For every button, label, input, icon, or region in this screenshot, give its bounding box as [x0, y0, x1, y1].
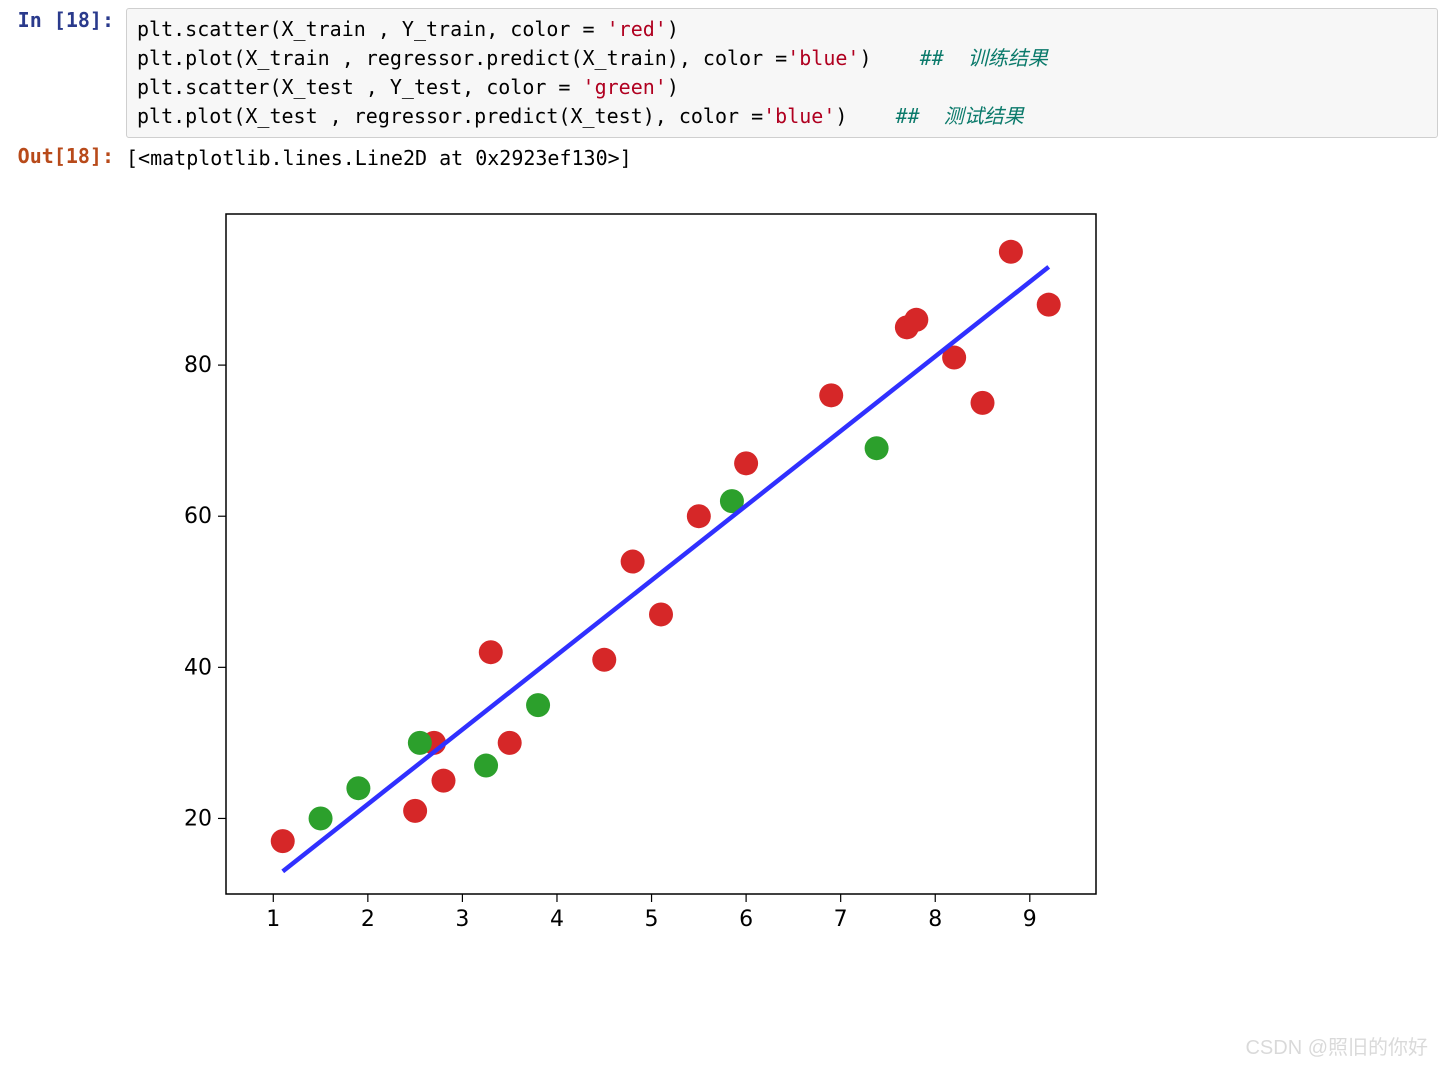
code-line4-pre: plt.plot(X_test , regressor.predict(X_te… [137, 104, 763, 128]
y-tick-label: 60 [184, 504, 212, 529]
x-tick-label: 9 [1023, 907, 1037, 932]
train_scatter-point [271, 829, 295, 853]
test_scatter-point [346, 776, 370, 800]
train_scatter-point [432, 769, 456, 793]
code-line4-post: ) [835, 104, 895, 128]
test_scatter-point [526, 693, 550, 717]
test_scatter-point [474, 754, 498, 778]
x-tick-label: 1 [266, 907, 280, 932]
watermark-text: CSDN @照旧的你好 [1245, 1031, 1428, 1060]
code-line3-post: ) [667, 75, 679, 99]
code-line2-pre: plt.plot(X_train , regressor.predict(X_t… [137, 46, 787, 70]
test_scatter-point [865, 436, 889, 460]
train_scatter-point [498, 731, 522, 755]
in-prompt: In [18]: [8, 8, 126, 32]
code-line1-str: 'red' [607, 17, 667, 41]
train_scatter-point [687, 504, 711, 528]
regression_line [283, 267, 1049, 871]
out-prompt: Out[18]: [8, 144, 126, 168]
code-line3-str: 'green' [583, 75, 667, 99]
x-tick-label: 4 [550, 907, 564, 932]
code-line4-cmt: ## 测试结果 [896, 104, 1024, 128]
train_scatter-point [621, 550, 645, 574]
output-cell: Out[18]: [<matplotlib.lines.Line2D at 0x… [8, 144, 1438, 170]
input-cell: In [18]: plt.scatter(X_train , Y_train, … [8, 8, 1438, 138]
x-tick-label: 2 [361, 907, 375, 932]
x-tick-label: 6 [739, 907, 753, 932]
train_scatter-point [649, 602, 673, 626]
train_scatter-point [734, 451, 758, 475]
y-tick-label: 40 [184, 655, 212, 680]
y-tick-label: 80 [184, 353, 212, 378]
code-line1-pre: plt.scatter(X_train , Y_train, color = [137, 17, 607, 41]
x-tick-label: 7 [834, 907, 848, 932]
code-line2-str: 'blue' [787, 46, 859, 70]
x-tick-label: 3 [455, 907, 469, 932]
test_scatter-point [408, 731, 432, 755]
code-line2-post: ) [859, 46, 919, 70]
y-tick-label: 20 [184, 806, 212, 831]
code-line3-pre: plt.scatter(X_test , Y_test, color = [137, 75, 583, 99]
code-line2-cmt: ## 训练结果 [920, 46, 1048, 70]
train_scatter-point [403, 799, 427, 823]
code-line4-str: 'blue' [763, 104, 835, 128]
code-block[interactable]: plt.scatter(X_train , Y_train, color = '… [126, 8, 1438, 138]
train_scatter-point [999, 240, 1023, 264]
train_scatter-point [592, 648, 616, 672]
code-line1-post: ) [667, 17, 679, 41]
x-tick-label: 8 [928, 907, 942, 932]
scatter-plot: 1 2 3 4 5 6 7 8 9 20 40 60 80 [136, 194, 1116, 954]
plot-output: 1 2 3 4 5 6 7 8 9 20 40 60 80 [136, 194, 1438, 959]
train_scatter-point [971, 391, 995, 415]
test_scatter-point [309, 806, 333, 830]
train_scatter-point [1037, 293, 1061, 317]
x-tick-label: 5 [645, 907, 659, 932]
output-text: [<matplotlib.lines.Line2D at 0x2923ef130… [126, 144, 1438, 170]
train_scatter-point [479, 640, 503, 664]
train_scatter-point [819, 383, 843, 407]
train_scatter-point [904, 308, 928, 332]
